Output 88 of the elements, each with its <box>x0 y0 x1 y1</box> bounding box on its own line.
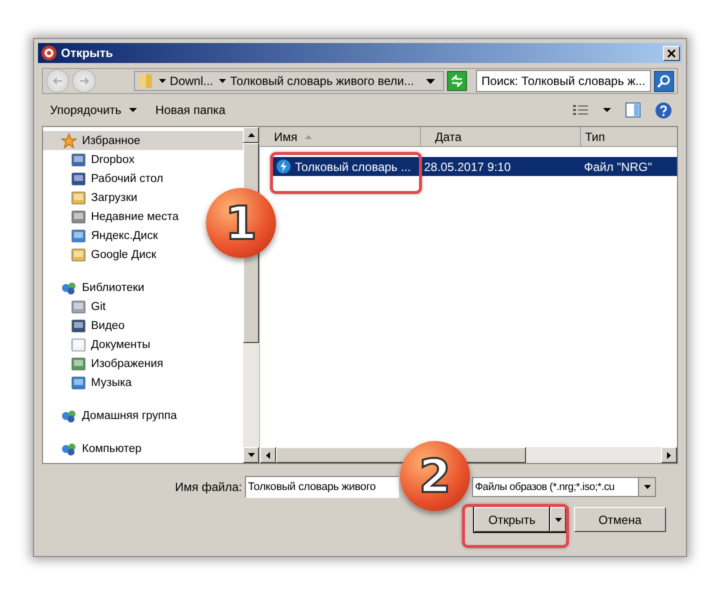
nav-item[interactable]: Недавние места <box>43 207 185 226</box>
breadcrumb[interactable]: Downl... <box>158 74 214 88</box>
nav-label: Видео <box>91 320 125 332</box>
column-header[interactable]: Дата <box>421 127 581 147</box>
nav-item[interactable]: Видео <box>43 316 131 335</box>
open-menu-button[interactable] <box>550 507 566 532</box>
item-icon <box>71 228 86 242</box>
arrow-right-icon <box>667 452 671 458</box>
nav-item[interactable]: Музыка <box>43 373 138 392</box>
search-icon <box>656 74 671 88</box>
nav-item[interactable]: Библиотеки <box>43 278 150 297</box>
item-icon <box>71 190 86 204</box>
nav-item[interactable]: Dropbox <box>43 150 140 169</box>
item-icon <box>71 318 86 332</box>
nav-item[interactable]: Яндекс.Диск <box>43 226 164 245</box>
app-icon <box>41 45 57 61</box>
nav-label: Изображения <box>91 358 164 370</box>
disc-image-icon <box>276 159 291 174</box>
nav-item[interactable]: Документы <box>43 335 156 354</box>
nav-label: Библиотеки <box>82 282 144 294</box>
nav-label: Недавние места <box>91 210 179 222</box>
nav-label: Избранное <box>82 134 140 146</box>
help-icon <box>655 102 672 118</box>
item-icon <box>71 210 86 224</box>
file-row[interactable]: Толковый словарь ... 28.05.2017 9:10 Файл "NRG" <box>272 157 677 176</box>
item-icon <box>71 248 86 262</box>
arrow-up-icon <box>248 133 254 137</box>
nav-label: Музыка <box>91 376 132 388</box>
caret-icon <box>219 79 226 83</box>
nav-item[interactable]: Домашняя группа <box>43 406 183 425</box>
file-name-label: Имя файла: <box>175 480 242 494</box>
nav-item[interactable]: Компьютер <box>43 439 148 458</box>
file-date: 28.05.2017 9:10 <box>424 160 511 174</box>
caret-icon <box>129 108 138 112</box>
organize-menu[interactable]: Упорядочить <box>44 100 144 120</box>
search-field[interactable]: Поиск: Толковый словарь ж... <box>476 70 651 92</box>
nav-item[interactable]: Избранное <box>43 131 243 150</box>
nav-label: Документы <box>91 338 150 350</box>
nav-label: Домашняя группа <box>82 410 177 422</box>
folder-icon <box>138 73 153 89</box>
file-name-field[interactable]: Толковый словарь живого <box>245 476 399 498</box>
arrow-left-icon <box>266 452 270 458</box>
breadcrumb[interactable]: Толковый словарь живого вели... <box>219 74 414 88</box>
caret-icon <box>158 79 166 83</box>
list-view-icon <box>573 104 589 116</box>
nav-label: Рабочий стол <box>91 172 164 184</box>
nav-item[interactable]: Git <box>43 297 112 316</box>
item-icon <box>71 356 86 370</box>
cancel-button[interactable]: Отмена <box>574 507 666 532</box>
caret-icon <box>554 518 562 522</box>
nav-label: Google Диск <box>91 248 156 260</box>
close-icon <box>667 48 676 58</box>
nav-label: Компьютер <box>82 442 142 454</box>
caret-icon <box>644 485 650 489</box>
column-header[interactable]: Имя <box>260 127 421 147</box>
sort-arrow-icon <box>305 134 312 138</box>
caret-icon <box>426 78 436 84</box>
refresh-icon <box>450 75 464 87</box>
window-title: Открыть <box>61 46 114 60</box>
item-icon <box>71 376 86 390</box>
nav-item[interactable]: Изображения <box>43 354 170 373</box>
file-type-dropdown[interactable]: Файлы образов (*.nrg;*.iso;*.cu <box>472 477 656 497</box>
nav-item[interactable]: Google Диск <box>43 245 162 264</box>
arrow-left-icon <box>52 75 64 87</box>
item-icon <box>71 152 86 166</box>
open-button[interactable]: Открыть <box>474 507 550 532</box>
address-bar[interactable]: Downl... Толковый словарь живого вели... <box>134 71 444 91</box>
nav-label: Яндекс.Диск <box>91 230 158 242</box>
column-header[interactable]: Тип <box>581 127 677 147</box>
file-name: Толковый словарь ... <box>295 160 411 174</box>
search-button[interactable] <box>654 70 674 92</box>
new-folder-button[interactable]: Новая папка <box>149 100 232 120</box>
file-type: Файл "NRG" <box>584 160 652 174</box>
item-icon <box>71 172 86 186</box>
star-icon <box>61 132 77 148</box>
close-button[interactable] <box>663 46 680 60</box>
nav-label: Загрузки <box>91 192 138 204</box>
nav-item[interactable]: Загрузки <box>43 188 144 207</box>
caret-icon <box>603 108 611 112</box>
nav-label: Dropbox <box>91 154 134 166</box>
refresh-button[interactable] <box>447 71 467 91</box>
item-icon <box>71 338 86 352</box>
nav-label: Git <box>91 300 106 312</box>
pane-icon <box>625 102 641 118</box>
item-icon <box>71 300 86 314</box>
arrow-right-icon <box>78 75 90 87</box>
nav-item[interactable]: Рабочий стол <box>43 169 170 188</box>
arrow-down-icon <box>248 453 254 457</box>
